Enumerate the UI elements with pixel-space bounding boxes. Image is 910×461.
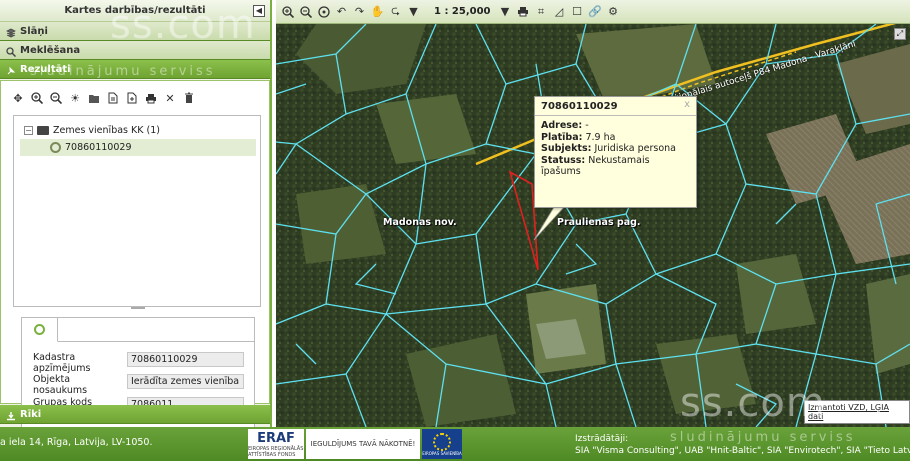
detail-value: Ierādīta zemes vienība	[127, 374, 244, 389]
zoom-out-icon[interactable]	[298, 4, 313, 19]
tree-group[interactable]: − Zemes vienības KK (1)	[14, 122, 260, 139]
info-icon	[34, 324, 45, 335]
popup-field-address: Adrese: -	[541, 120, 589, 131]
print-icon[interactable]	[516, 4, 531, 19]
developers-list: SIA "Visma Consulting", UAB "Hnit-Baltic…	[575, 446, 910, 456]
export-icon[interactable]	[125, 91, 139, 105]
accordion-tools-label: Rīki	[20, 408, 42, 420]
tree-group-label: Zemes vienības KK (1)	[53, 125, 160, 136]
identify-icon[interactable]: ⮎	[388, 4, 403, 19]
results-body: ✥ ☀ ✕ − Zemes vienības KK (1) 7086011002…	[0, 80, 270, 461]
zoom-in-icon[interactable]	[280, 4, 295, 19]
results-toolbar: ✥ ☀ ✕	[1, 81, 269, 115]
tree-item[interactable]: 70860110029	[20, 139, 256, 156]
popup-title: 70860110029	[535, 97, 696, 116]
popup-field-area: Platība: 7.9 ha	[541, 131, 616, 143]
comment-icon[interactable]: ☐	[570, 4, 585, 19]
location-icon	[50, 142, 61, 153]
detail-row-cadastre: Kadastra apzīmējums 70860110029	[33, 352, 244, 374]
parcel-popup: 70860110029 x Adrese: - Platība: 7.9 ha …	[534, 96, 697, 208]
side-panel: Kartes darbības/rezultāti ◀ Slāņi Meklēš…	[0, 0, 272, 461]
accordion-search[interactable]: Meklēšana	[0, 41, 270, 60]
detail-label: Kadastra apzīmējums	[33, 352, 91, 374]
print-icon[interactable]	[144, 91, 158, 105]
eraf-logo: ERAF EIROPAS REĢIONĀLĀS ATTĪSTĪBAS FONDS	[248, 429, 304, 459]
results-tree: − Zemes vienības KK (1) 70860110029	[13, 115, 261, 307]
pan-hand-icon[interactable]: ✋	[370, 4, 385, 19]
expand-icon[interactable]: ⤢	[894, 28, 906, 40]
collapse-toggle-icon[interactable]: −	[24, 126, 33, 135]
zoom-extent-icon[interactable]: ✥	[11, 91, 25, 105]
forward-icon[interactable]: ↷	[352, 4, 367, 19]
scale-dropdown-icon[interactable]: ▼	[498, 4, 513, 19]
link-icon[interactable]: 🔗	[588, 4, 603, 19]
accordion-results[interactable]: Rezultāti	[0, 60, 270, 79]
zoom-out-icon[interactable]	[49, 91, 63, 105]
accordion-layers[interactable]: Slāņi	[0, 22, 270, 41]
parish-label: Praulienas pag.	[557, 217, 641, 228]
tab-info[interactable]	[22, 318, 58, 342]
full-extent-icon[interactable]	[316, 4, 331, 19]
data-attribution-link[interactable]: Izmantoti VZD, LĢIA dati	[804, 400, 910, 424]
search-icon	[6, 45, 17, 58]
collapse-panel-button[interactable]: ◀	[253, 5, 265, 17]
pin-icon	[6, 64, 16, 75]
accordion-tools[interactable]: Rīki	[0, 405, 270, 424]
map-toolbar: ↶ ↷ ✋ ⮎ ▼ 1 : 25,000 ▼ ⌗ ◿ ☐ 🔗 ⚙	[276, 0, 910, 24]
municipality-label: Madonas nov.	[383, 217, 457, 228]
map-canvas[interactable]: Valsts reģionālais autoceļš P84 Madona -…	[276, 17, 910, 427]
accordion-search-label: Meklēšana	[20, 44, 81, 56]
download-icon	[6, 409, 16, 421]
accordion-layers-label: Slāņi	[20, 25, 48, 37]
detail-row-object-name: Objekta nosaukums Ierādīta zemes vienība	[33, 374, 244, 396]
map-scale: 1 : 25,000	[434, 6, 491, 17]
document-icon[interactable]	[106, 91, 120, 105]
tree-item-label: 70860110029	[65, 142, 132, 153]
trash-icon[interactable]	[182, 91, 196, 105]
settings-icon[interactable]: ⚙	[606, 4, 621, 19]
open-folder-icon[interactable]	[87, 91, 101, 105]
zoom-in-icon[interactable]	[30, 91, 44, 105]
highlight-icon[interactable]: ☀	[68, 91, 82, 105]
eu-flag-logo: EIROPAS SAVIENĪBA	[422, 429, 462, 459]
measure-area-icon[interactable]: ◿	[552, 4, 567, 19]
footer: a iela 14, Rīga, Latvija, LV-1050. ERAF …	[0, 427, 910, 461]
popup-field-subject: Subjekts: Juridiska persona	[541, 143, 676, 154]
close-icon[interactable]: ✕	[163, 91, 177, 105]
invest-slogan: IEGULDĪJUMS TAVĀ NĀKOTNĒ!	[306, 429, 420, 459]
popup-body: Adrese: - Platība: 7.9 ha Subjekts: Juri…	[535, 116, 696, 182]
map-view[interactable]: ↶ ↷ ✋ ⮎ ▼ 1 : 25,000 ▼ ⌗ ◿ ☐ 🔗 ⚙ Valsts …	[276, 0, 910, 427]
popup-close-button[interactable]: x	[684, 99, 690, 110]
layers-icon	[6, 26, 16, 38]
back-icon[interactable]: ↶	[334, 4, 349, 19]
panel-title-text: Kartes darbības/rezultāti	[64, 5, 206, 16]
accordion-results-label: Rezultāti	[20, 63, 71, 75]
developers-label: Izstrādātāji:	[575, 434, 629, 444]
panel-title: Kartes darbības/rezultāti ◀	[0, 0, 270, 22]
folder-icon	[37, 126, 49, 135]
footer-address: a iela 14, Rīga, Latvija, LV-1050.	[0, 437, 153, 448]
detail-label: Objekta nosaukums	[33, 374, 88, 396]
resize-handle[interactable]	[131, 307, 145, 309]
measure-length-icon[interactable]: ⌗	[534, 4, 549, 19]
dropdown-chevron-icon[interactable]: ▼	[406, 4, 421, 19]
detail-value: 70860110029	[127, 352, 244, 367]
popup-field-status: Statuss: Nekustamais īpašums	[541, 154, 650, 178]
